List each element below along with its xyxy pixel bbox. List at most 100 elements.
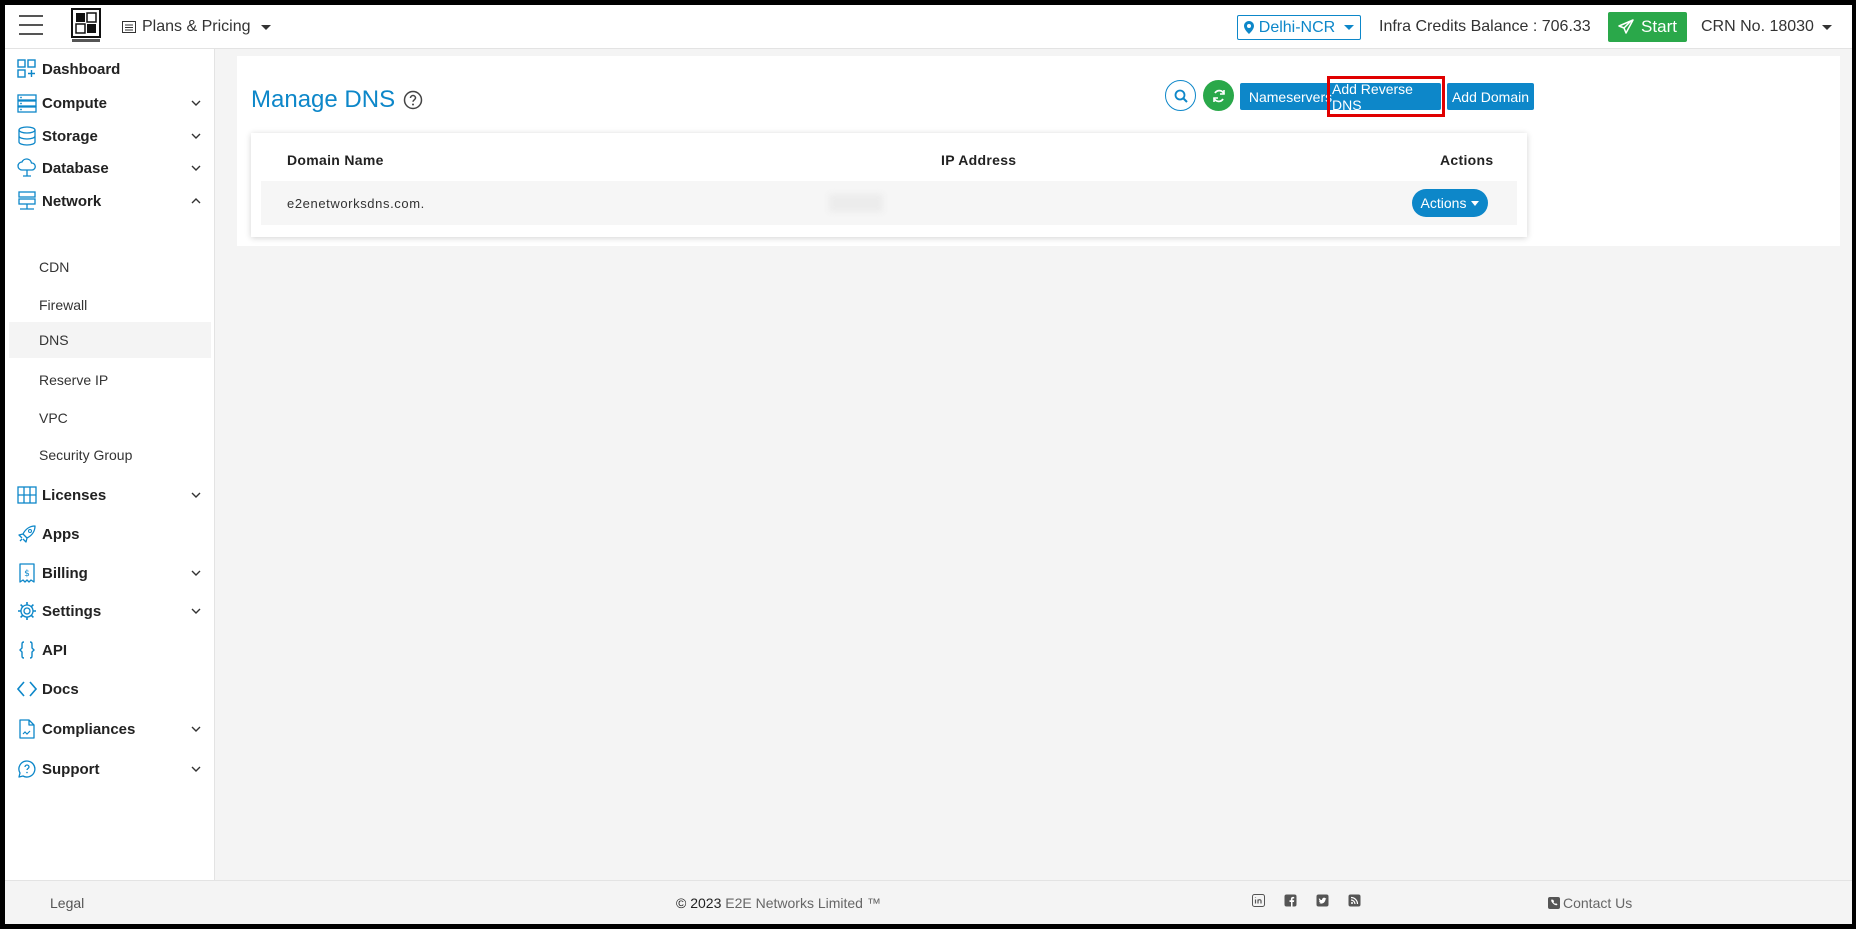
column-header-ip-address: IP Address	[941, 152, 1017, 168]
sidebar-item-compliances[interactable]: Compliances	[5, 713, 215, 745]
rocket-icon	[18, 525, 36, 543]
sidebar-item-label: Database	[42, 159, 109, 177]
list-icon	[122, 21, 136, 33]
sidebar-item-label: Docs	[42, 680, 79, 698]
sidebar-item-label: Compliances	[42, 720, 136, 738]
sidebar-item-label: Support	[42, 760, 100, 778]
billing-icon: $	[19, 563, 35, 583]
gear-icon	[18, 602, 36, 620]
server-icon	[17, 94, 37, 113]
dns-table: Domain Name IP Address Actions e2enetwor…	[251, 133, 1527, 237]
sidebar-item-database[interactable]: Database	[5, 152, 215, 184]
sidebar-subitem-dns[interactable]: DNS	[9, 322, 211, 358]
code-icon	[17, 681, 37, 697]
plans-pricing-menu[interactable]: Plans & Pricing	[122, 18, 271, 36]
start-label: Start	[1641, 17, 1677, 36]
e2e-logo[interactable]	[71, 8, 103, 45]
copyright-company: E2E Networks Limited ™	[725, 895, 881, 911]
sidebar-item-api[interactable]: API	[5, 634, 215, 666]
dashboard-icon	[17, 59, 36, 78]
manage-dns-card: Manage DNS Nameservers Add Reverse DNS A…	[237, 56, 1840, 246]
svg-text:$: $	[24, 569, 30, 579]
chevron-down-icon	[191, 570, 201, 576]
licenses-icon	[17, 486, 37, 504]
sidebar-item-network[interactable]: Network	[5, 185, 215, 217]
sidebar-item-label: Dashboard	[42, 60, 121, 78]
copyright: © 2023 E2E Networks Limited ™	[676, 895, 881, 911]
sidebar-subitem-cdn[interactable]: CDN	[5, 252, 215, 282]
sidebar-item-label: Settings	[42, 602, 102, 620]
region-selector[interactable]: Delhi-NCR	[1237, 15, 1361, 40]
phone-icon	[1548, 897, 1560, 909]
linkedin-icon[interactable]	[1252, 894, 1265, 907]
chevron-down-icon	[191, 165, 201, 171]
sidebar-item-compute[interactable]: Compute	[5, 87, 215, 119]
chevron-down-icon	[191, 492, 201, 498]
domain-name-cell: e2enetworksdns.com.	[287, 196, 425, 211]
sidebar-item-label: Apps	[42, 525, 80, 543]
sidebar-item-licenses[interactable]: Licenses	[5, 479, 215, 511]
page-title-text: Manage DNS	[251, 86, 396, 113]
sidebar-item-storage[interactable]: Storage	[5, 120, 215, 152]
contact-us-label: Contact Us	[1563, 895, 1633, 911]
help-icon[interactable]	[403, 90, 423, 110]
chevron-up-icon	[191, 198, 201, 204]
search-icon	[1174, 89, 1188, 103]
actions-label: Actions	[1420, 195, 1467, 211]
chevron-down-icon	[191, 726, 201, 732]
sidebar: Dashboard Compute Storage Database Netwo…	[5, 49, 215, 880]
search-button[interactable]	[1165, 80, 1196, 111]
sidebar-item-billing[interactable]: $ Billing	[5, 557, 215, 589]
sidebar-item-label: API	[42, 641, 68, 659]
sidebar-subitem-security-group[interactable]: Security Group	[5, 440, 215, 470]
paper-plane-icon	[1618, 19, 1634, 34]
footer: Legal © 2023 E2E Networks Limited ™ Cont…	[5, 880, 1852, 924]
sidebar-subitem-label: VPC	[39, 410, 68, 426]
sidebar-subitem-vpc[interactable]: VPC	[5, 403, 215, 433]
top-bar: Plans & Pricing Delhi-NCR Infra Credits …	[5, 5, 1852, 49]
sidebar-item-apps[interactable]: Apps	[5, 518, 215, 550]
page-title: Manage DNS	[251, 86, 423, 114]
sidebar-item-support[interactable]: Support	[5, 753, 215, 785]
sidebar-subitem-label: Reserve IP	[39, 372, 109, 388]
hamburger-menu-icon[interactable]	[19, 15, 43, 37]
caret-down-icon	[260, 24, 271, 30]
nameservers-button[interactable]: Nameservers	[1240, 83, 1341, 110]
storage-icon	[18, 126, 36, 146]
sidebar-item-dashboard[interactable]: Dashboard	[5, 53, 215, 85]
sidebar-item-settings[interactable]: Settings	[5, 595, 215, 627]
row-actions-button[interactable]: Actions	[1412, 189, 1488, 217]
sidebar-subitem-reserve-ip[interactable]: Reserve IP	[5, 365, 215, 395]
app-frame: Plans & Pricing Delhi-NCR Infra Credits …	[5, 5, 1852, 924]
refresh-button[interactable]	[1203, 80, 1234, 111]
contact-us-link[interactable]: Contact Us	[1548, 895, 1632, 911]
sidebar-item-label: Storage	[42, 127, 98, 145]
sidebar-subitem-label: Security Group	[39, 447, 133, 463]
copyright-prefix: © 2023	[676, 895, 722, 911]
chevron-down-icon	[191, 133, 201, 139]
support-chat-icon	[18, 760, 36, 778]
crn-label: CRN No. 18030	[1701, 18, 1814, 35]
caret-down-icon	[1344, 25, 1355, 30]
infra-credits-balance: Infra Credits Balance : 706.33	[1379, 18, 1591, 35]
sidebar-item-docs[interactable]: Docs	[5, 673, 215, 705]
document-icon	[19, 719, 35, 739]
cloud-database-icon	[17, 158, 36, 177]
caret-down-icon	[1821, 24, 1832, 30]
crn-menu[interactable]: CRN No. 18030	[1701, 18, 1832, 36]
sidebar-subitem-firewall[interactable]: Firewall	[5, 290, 215, 320]
ip-address-cell-redacted	[829, 194, 883, 212]
caret-down-icon	[1471, 200, 1480, 206]
braces-icon	[19, 641, 35, 659]
refresh-icon	[1212, 89, 1225, 102]
map-marker-icon	[1243, 21, 1254, 34]
add-domain-button[interactable]: Add Domain	[1447, 83, 1534, 110]
legal-link[interactable]: Legal	[50, 895, 84, 911]
twitter-icon[interactable]	[1316, 894, 1329, 907]
facebook-icon[interactable]	[1284, 894, 1297, 907]
rss-icon[interactable]	[1348, 894, 1361, 907]
start-button[interactable]: Start	[1608, 12, 1687, 42]
column-header-domain-name: Domain Name	[287, 152, 384, 168]
region-label: Delhi-NCR	[1258, 18, 1336, 36]
sidebar-item-label: Network	[42, 192, 102, 210]
